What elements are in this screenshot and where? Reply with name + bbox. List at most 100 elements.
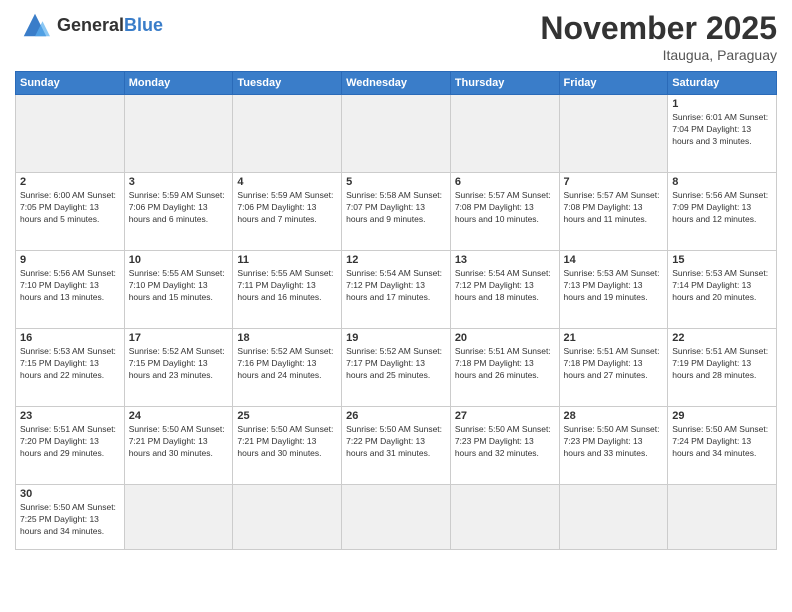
day-number: 13 [455, 254, 555, 266]
day-info: Sunrise: 5:50 AM Sunset: 7:21 PM Dayligh… [237, 424, 337, 460]
calendar-cell: 28Sunrise: 5:50 AM Sunset: 7:23 PM Dayli… [559, 407, 668, 485]
day-number: 17 [129, 332, 229, 344]
calendar-cell [233, 95, 342, 173]
title-block: November 2025 Itaugua, Paraguay [540, 10, 777, 63]
calendar-cell [450, 485, 559, 550]
day-info: Sunrise: 5:53 AM Sunset: 7:13 PM Dayligh… [564, 268, 664, 304]
calendar-week-1: 1 Sunrise: 6:01 AM Sunset: 7:04 PM Daylig… [16, 95, 777, 173]
day-number: 23 [20, 410, 120, 422]
day-info: Sunrise: 5:56 AM Sunset: 7:10 PM Dayligh… [20, 268, 120, 304]
col-friday: Friday [559, 72, 668, 95]
calendar-cell: 11 Sunrise: 5:55 AM Sunset: 7:11 PM Dayli… [233, 251, 342, 329]
day-info: Sunrise: 6:01 AM Sunset: 7:04 PM Dayligh… [672, 112, 772, 148]
header-row: Sunday Monday Tuesday Wednesday Thursday… [16, 72, 777, 95]
day-number: 29 [672, 410, 772, 422]
day-info: Sunrise: 5:55 AM Sunset: 7:11 PM Dayligh… [237, 268, 337, 304]
col-wednesday: Wednesday [342, 72, 451, 95]
month-title: November 2025 [540, 10, 777, 47]
calendar-week-4: 16 Sunrise: 5:53 AM Sunset: 7:15 PM Dayli… [16, 329, 777, 407]
col-tuesday: Tuesday [233, 72, 342, 95]
calendar-cell: 15Sunrise: 5:53 AM Sunset: 7:14 PM Dayli… [668, 251, 777, 329]
day-number: 16 [20, 332, 120, 344]
calendar-cell: 24 Sunrise: 5:50 AM Sunset: 7:21 PM Dayli… [124, 407, 233, 485]
calendar-cell: 8 Sunrise: 5:56 AM Sunset: 7:09 PM Daylig… [668, 173, 777, 251]
day-number: 19 [346, 332, 446, 344]
day-info: Sunrise: 6:00 AM Sunset: 7:05 PM Dayligh… [20, 190, 120, 226]
calendar-cell: 14 Sunrise: 5:53 AM Sunset: 7:13 PM Dayli… [559, 251, 668, 329]
calendar-week-3: 9 Sunrise: 5:56 AM Sunset: 7:10 PM Daylig… [16, 251, 777, 329]
calendar-cell: 30 Sunrise: 5:50 AM Sunset: 7:25 PM Dayli… [16, 485, 125, 550]
day-number: 24 [129, 410, 229, 422]
calendar-cell: 26 Sunrise: 5:50 AM Sunset: 7:22 PM Dayli… [342, 407, 451, 485]
day-info: Sunrise: 5:57 AM Sunset: 7:08 PM Dayligh… [564, 190, 664, 226]
day-number: 8 [672, 176, 772, 188]
logo-text: GeneralBlue [57, 15, 163, 36]
calendar-cell [233, 485, 342, 550]
calendar-cell: 19 Sunrise: 5:52 AM Sunset: 7:17 PM Dayli… [342, 329, 451, 407]
header: GeneralBlue November 2025 Itaugua, Parag… [15, 10, 777, 63]
day-info: Sunrise: 5:50 AM Sunset: 7:21 PM Dayligh… [129, 424, 229, 460]
day-info: Sunrise: 5:51 AM Sunset: 7:18 PM Dayligh… [455, 346, 555, 382]
day-info: Sunrise: 5:51 AM Sunset: 7:18 PM Dayligh… [564, 346, 664, 382]
calendar-cell: 18 Sunrise: 5:52 AM Sunset: 7:16 PM Dayli… [233, 329, 342, 407]
day-info: Sunrise: 5:53 AM Sunset: 7:15 PM Dayligh… [20, 346, 120, 382]
col-thursday: Thursday [450, 72, 559, 95]
calendar-cell [559, 95, 668, 173]
calendar-cell: 1 Sunrise: 6:01 AM Sunset: 7:04 PM Daylig… [668, 95, 777, 173]
day-number: 25 [237, 410, 337, 422]
day-info: Sunrise: 5:50 AM Sunset: 7:25 PM Dayligh… [20, 502, 120, 538]
calendar-week-6: 30 Sunrise: 5:50 AM Sunset: 7:25 PM Dayli… [16, 485, 777, 550]
day-number: 26 [346, 410, 446, 422]
day-number: 1 [672, 98, 772, 110]
calendar-cell [124, 95, 233, 173]
calendar-cell [342, 95, 451, 173]
page-container: GeneralBlue November 2025 Itaugua, Parag… [0, 0, 792, 555]
calendar-cell [124, 485, 233, 550]
day-number: 14 [564, 254, 664, 266]
day-info: Sunrise: 5:52 AM Sunset: 7:16 PM Dayligh… [237, 346, 337, 382]
location: Itaugua, Paraguay [540, 47, 777, 63]
day-info: Sunrise: 5:59 AM Sunset: 7:06 PM Dayligh… [129, 190, 229, 226]
logo: GeneralBlue [15, 10, 163, 40]
day-info: Sunrise: 5:51 AM Sunset: 7:19 PM Dayligh… [672, 346, 772, 382]
day-info: Sunrise: 5:52 AM Sunset: 7:15 PM Dayligh… [129, 346, 229, 382]
col-monday: Monday [124, 72, 233, 95]
calendar-cell: 29Sunrise: 5:50 AM Sunset: 7:24 PM Dayli… [668, 407, 777, 485]
day-info: Sunrise: 5:56 AM Sunset: 7:09 PM Dayligh… [672, 190, 772, 226]
day-number: 20 [455, 332, 555, 344]
day-number: 3 [129, 176, 229, 188]
calendar-cell: 17 Sunrise: 5:52 AM Sunset: 7:15 PM Dayli… [124, 329, 233, 407]
day-info: Sunrise: 5:57 AM Sunset: 7:08 PM Dayligh… [455, 190, 555, 226]
calendar-cell: 20 Sunrise: 5:51 AM Sunset: 7:18 PM Dayli… [450, 329, 559, 407]
day-number: 10 [129, 254, 229, 266]
col-sunday: Sunday [16, 72, 125, 95]
calendar-cell: 2 Sunrise: 6:00 AM Sunset: 7:05 PM Daylig… [16, 173, 125, 251]
day-number: 18 [237, 332, 337, 344]
day-info: Sunrise: 5:52 AM Sunset: 7:17 PM Dayligh… [346, 346, 446, 382]
day-number: 9 [20, 254, 120, 266]
calendar-cell: 6Sunrise: 5:57 AM Sunset: 7:08 PM Daylig… [450, 173, 559, 251]
day-number: 11 [237, 254, 337, 266]
day-info: Sunrise: 5:53 AM Sunset: 7:14 PM Dayligh… [672, 268, 772, 304]
day-number: 2 [20, 176, 120, 188]
day-info: Sunrise: 5:54 AM Sunset: 7:12 PM Dayligh… [455, 268, 555, 304]
day-info: Sunrise: 5:58 AM Sunset: 7:07 PM Dayligh… [346, 190, 446, 226]
day-info: Sunrise: 5:55 AM Sunset: 7:10 PM Dayligh… [129, 268, 229, 304]
calendar-cell: 25 Sunrise: 5:50 AM Sunset: 7:21 PM Dayli… [233, 407, 342, 485]
calendar-week-2: 2 Sunrise: 6:00 AM Sunset: 7:05 PM Daylig… [16, 173, 777, 251]
calendar-cell: 27Sunrise: 5:50 AM Sunset: 7:23 PM Dayli… [450, 407, 559, 485]
col-saturday: Saturday [668, 72, 777, 95]
calendar-cell: 3 Sunrise: 5:59 AM Sunset: 7:06 PM Daylig… [124, 173, 233, 251]
day-info: Sunrise: 5:50 AM Sunset: 7:22 PM Dayligh… [346, 424, 446, 460]
day-number: 5 [346, 176, 446, 188]
calendar-cell [559, 485, 668, 550]
calendar-cell: 4Sunrise: 5:59 AM Sunset: 7:06 PM Daylig… [233, 173, 342, 251]
day-info: Sunrise: 5:59 AM Sunset: 7:06 PM Dayligh… [237, 190, 337, 226]
calendar-cell: 22Sunrise: 5:51 AM Sunset: 7:19 PM Dayli… [668, 329, 777, 407]
calendar-cell: 23Sunrise: 5:51 AM Sunset: 7:20 PM Dayli… [16, 407, 125, 485]
calendar-cell [16, 95, 125, 173]
logo-icon [15, 10, 55, 40]
calendar-cell: 21Sunrise: 5:51 AM Sunset: 7:18 PM Dayli… [559, 329, 668, 407]
day-number: 30 [20, 488, 120, 500]
day-number: 28 [564, 410, 664, 422]
